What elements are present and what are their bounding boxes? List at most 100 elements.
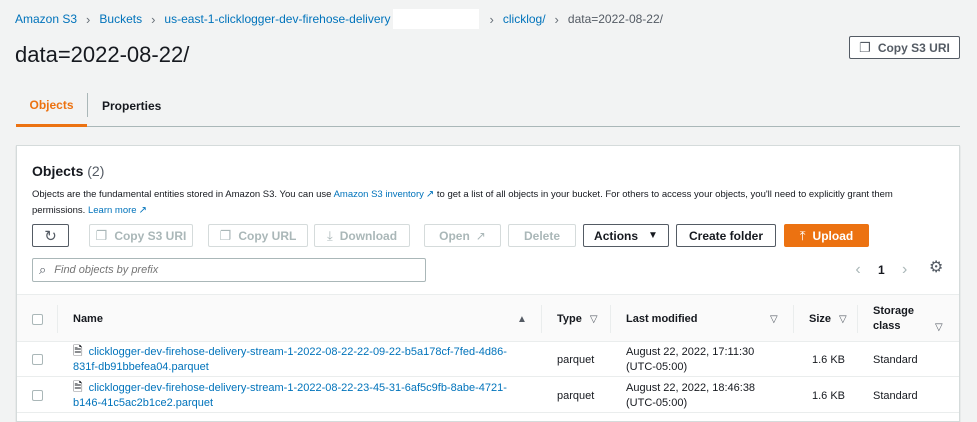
row-select-cell [32, 378, 43, 413]
learn-more-link[interactable]: Learn more [88, 205, 137, 216]
pagination: ‹ 1 › [850, 259, 913, 281]
column-size-label: Size [809, 313, 832, 325]
search-icon: ⌕ [39, 262, 47, 277]
column-storage-class[interactable]: Storage class [873, 295, 914, 343]
next-page-icon[interactable]: › [897, 261, 913, 279]
type-cell: parquet [557, 353, 595, 366]
column-last-modified-label: Last modified [626, 313, 698, 325]
name-cell: 🗎 clicklogger-dev-firehose-delivery-strea… [73, 378, 533, 413]
actions-dropdown[interactable]: Actions ▼ [583, 224, 669, 247]
download-button[interactable]: ⤓ Download [314, 224, 410, 247]
copy-s3-uri-header-button[interactable]: ❐ Copy S3 URI [849, 36, 960, 59]
search-input[interactable] [54, 264, 425, 276]
external-link-icon: ↗ [138, 205, 147, 216]
tab-bar: Objects Properties [16, 85, 960, 127]
column-storage-class-label-1: Storage [873, 305, 914, 317]
column-name-label: Name [73, 313, 103, 325]
breadcrumb: Amazon S3 › Buckets › us-east-1-clicklog… [15, 9, 663, 29]
gear-icon[interactable]: ⚙ [929, 257, 943, 277]
open-label: Open [439, 228, 470, 243]
caret-down-icon: ▼ [648, 230, 658, 241]
copy-s3-uri-label: Copy S3 URI [114, 228, 187, 243]
row-select-cell [32, 342, 43, 377]
modified-line2: (UTC-05:00) [626, 396, 688, 409]
column-divider [57, 305, 58, 333]
modified-line1: August 22, 2022, 18:46:38 [626, 381, 756, 394]
open-button[interactable]: Open ↗ [424, 224, 501, 247]
modified-line1: August 22, 2022, 17:11:30 [626, 345, 755, 358]
copy-url-label: Copy URL [238, 228, 297, 243]
upload-button[interactable]: ⤒ Upload [784, 224, 869, 247]
create-folder-button[interactable]: Create folder [676, 224, 776, 247]
file-icon: 🗎 [73, 344, 83, 358]
modified-line2: (UTC-05:00) [626, 360, 688, 373]
column-name[interactable]: Name [73, 295, 103, 343]
external-link-icon: ↗ [475, 228, 486, 243]
copy-icon: ❐ [219, 227, 232, 243]
object-name-line2: b146-41c5ac2b1ce2.parquet [73, 397, 214, 409]
breadcrumb-bucket[interactable]: us-east-1-clicklogger-dev-firehose-deliv… [164, 12, 390, 26]
delete-label: Delete [523, 228, 561, 243]
tab-divider [87, 93, 88, 117]
tab-objects[interactable]: Objects [16, 85, 87, 127]
object-count: (2) [87, 163, 105, 179]
refresh-icon: ↻ [44, 227, 57, 245]
copy-icon: ❐ [859, 39, 871, 55]
chevron-right-icon: › [151, 11, 156, 27]
object-name-line2: 831f-db91bbefea04.parquet [73, 361, 209, 373]
object-name-link[interactable]: 🗎 clicklogger-dev-firehose-delivery-strea… [73, 380, 507, 411]
page-number[interactable]: 1 [878, 263, 885, 277]
upload-label: Upload [812, 228, 854, 243]
name-cell: 🗎 clicklogger-dev-firehose-delivery-strea… [73, 342, 533, 377]
search-field: ⌕ [32, 258, 426, 282]
sort-icon: ▽ [839, 313, 847, 325]
select-all-checkbox[interactable] [32, 313, 43, 325]
breadcrumb-amazon-s3[interactable]: Amazon S3 [15, 12, 77, 26]
panel-title-text: Objects [32, 163, 84, 179]
row-checkbox[interactable] [32, 390, 43, 401]
sort-icon[interactable]: ▽ [770, 295, 778, 343]
column-size[interactable]: Size ▽ [809, 295, 847, 343]
copy-icon: ❐ [95, 227, 108, 243]
object-name-line1: clicklogger-dev-firehose-delivery-stream… [88, 346, 507, 358]
breadcrumb-buckets[interactable]: Buckets [99, 12, 142, 26]
storage-class-cell: Standard [873, 389, 918, 402]
actions-label: Actions [594, 228, 639, 243]
size-cell: 1.6 KB [812, 353, 846, 366]
previous-page-icon[interactable]: ‹ [850, 261, 866, 279]
column-storage-class-label-2: class [873, 320, 901, 332]
panel-description: Objects are the fundamental entities sto… [32, 187, 932, 219]
type-cell: parquet [557, 389, 595, 402]
column-divider [793, 305, 794, 333]
panel-title: Objects (2) [32, 163, 104, 179]
chevron-right-icon: › [554, 11, 559, 27]
sort-icon: ▽ [589, 313, 598, 325]
download-label: Download [339, 228, 398, 243]
upload-icon: ⤒ [799, 227, 806, 243]
select-all-cell [32, 295, 43, 343]
column-type[interactable]: Type ▽ [557, 295, 598, 343]
row-checkbox[interactable] [32, 354, 43, 365]
last-modified-cell: August 22, 2022, 17:11:30 (UTC-05:00) [626, 342, 754, 377]
breadcrumb-clicklog[interactable]: clicklog/ [503, 12, 546, 26]
copy-s3-uri-button[interactable]: ❐ Copy S3 URI [89, 224, 193, 247]
object-name-link[interactable]: 🗎 clicklogger-dev-firehose-delivery-strea… [73, 344, 507, 375]
refresh-button[interactable]: ↻ [32, 224, 69, 247]
copy-url-button[interactable]: ❐ Copy URL [208, 224, 308, 247]
download-icon: ⤓ [326, 227, 333, 243]
object-name-line1: clicklogger-dev-firehose-delivery-stream… [88, 382, 507, 394]
size-cell: 1.6 KB [812, 389, 846, 402]
create-folder-label: Create folder [688, 228, 764, 243]
desc-text-1: Objects are the fundamental entities sto… [32, 189, 332, 200]
table-row: 🗎 clicklogger-dev-firehose-delivery-strea… [17, 342, 959, 377]
inventory-link[interactable]: Amazon S3 inventory [334, 189, 424, 200]
column-last-modified[interactable]: Last modified [626, 295, 698, 343]
copy-s3-uri-header-label: Copy S3 URI [877, 40, 950, 55]
tab-properties[interactable]: Properties [102, 85, 161, 127]
storage-class-cell: Standard [873, 353, 918, 366]
objects-panel: Objects (2) Objects are the fundamental … [16, 145, 960, 422]
page-title: data=2022-08-22/ [15, 42, 190, 67]
delete-button[interactable]: Delete [508, 224, 576, 247]
last-modified-cell: August 22, 2022, 18:46:38 (UTC-05:00) [626, 378, 755, 413]
sort-ascending-icon[interactable]: ▲ [517, 295, 527, 343]
